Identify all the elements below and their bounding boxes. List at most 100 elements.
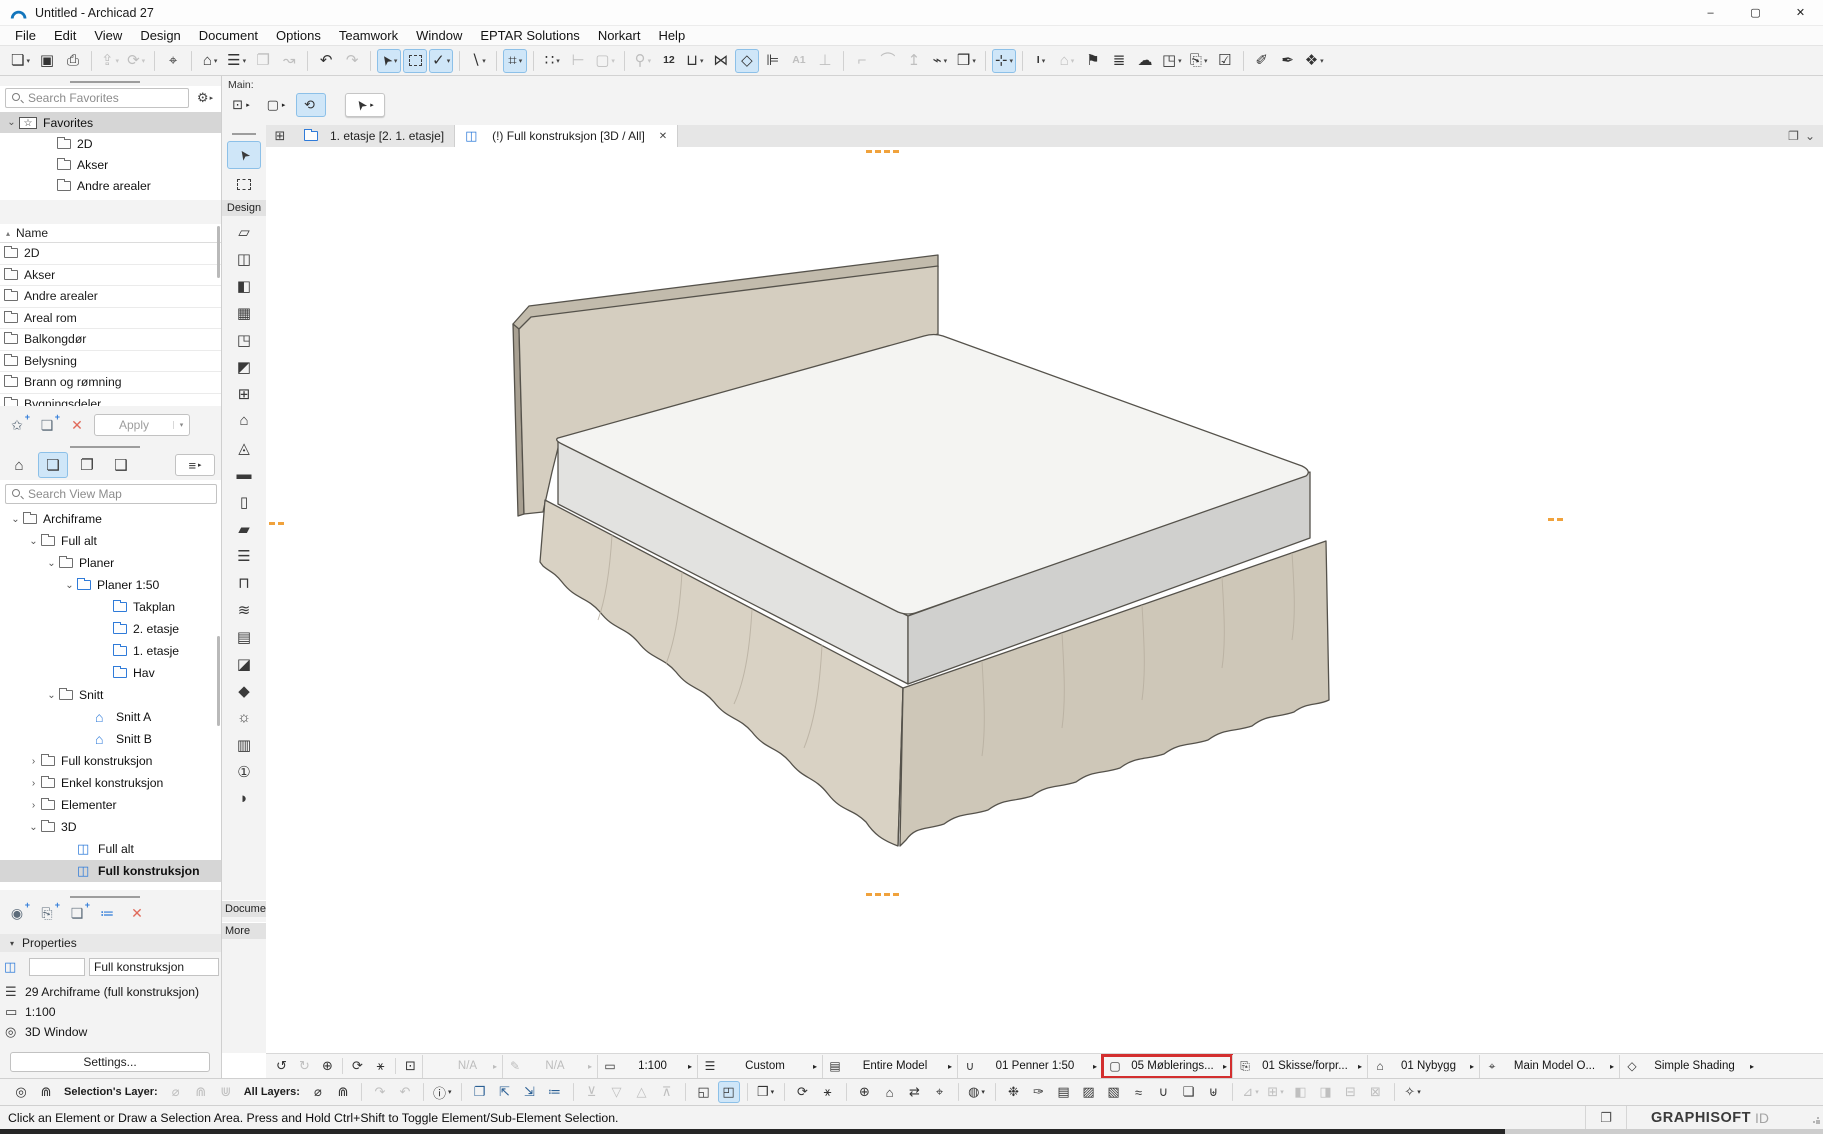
- structure-display[interactable]: ▤ Entire Model ▸: [822, 1055, 957, 1078]
- zoom-value[interactable]: N/A ▸: [422, 1055, 502, 1078]
- palette-grip[interactable]: [70, 81, 140, 83]
- toggle-layer-lock[interactable]: ⋒▾: [35, 1081, 57, 1103]
- marquee-tool[interactable]: ▾: [403, 49, 427, 73]
- apply-surface[interactable]: ✑▾: [1028, 1081, 1050, 1103]
- menu-item[interactable]: EPTAR Solutions: [471, 26, 588, 45]
- favorites-list-item[interactable]: Bygningsdeler: [0, 394, 221, 407]
- cutaway[interactable]: ❒▾: [755, 1081, 777, 1103]
- go-down-stories[interactable]: ⊻▾: [581, 1081, 603, 1103]
- toolbox-section-more[interactable]: More: [222, 922, 266, 939]
- mesh-tool[interactable]: ≋: [227, 598, 261, 621]
- clone-folder[interactable]: ⎘: [34, 902, 60, 924]
- scrollbar-thumb[interactable]: [217, 636, 220, 726]
- new-favorite-folder[interactable]: ❏: [34, 414, 60, 436]
- palette-grip[interactable]: [70, 446, 140, 448]
- expand-chevron-icon[interactable]: ⌄: [26, 822, 41, 833]
- view-rotation[interactable]: ✎ N/A ▸: [502, 1055, 597, 1078]
- capture-path[interactable]: ↝▾: [277, 49, 301, 73]
- tab-list-menu[interactable]: ⌄: [1805, 129, 1815, 143]
- window-copy-icon[interactable]: ❐: [1586, 1110, 1626, 1126]
- expand-chevron-icon[interactable]: ⌄: [4, 117, 19, 128]
- favorites-list-item[interactable]: Brann og rømning: [0, 372, 221, 394]
- tab-overview-menu[interactable]: ❐: [1788, 129, 1799, 143]
- flip-up[interactable]: ⊠▾: [1365, 1081, 1387, 1103]
- view-id-field[interactable]: [29, 958, 85, 976]
- shell2-tool[interactable]: ◗: [227, 787, 261, 810]
- view-map-item[interactable]: Takplan: [0, 596, 221, 618]
- arrow-tool[interactable]: ➤▾: [377, 49, 401, 73]
- tab-1-etasje[interactable]: 1. etasje [2. 1. etasje]: [294, 125, 455, 147]
- editing-plane[interactable]: ◇▾: [735, 49, 759, 73]
- design-check[interactable]: ☑▾: [1213, 49, 1237, 73]
- toolbox-section-document[interactable]: Docume: [222, 900, 266, 917]
- favorites-list-item[interactable]: Balkongdør: [0, 329, 221, 351]
- orbit[interactable]: ⟳▾: [792, 1081, 814, 1103]
- graphisoft-brand[interactable]: GRAPHISOFT: [1627, 1110, 1755, 1126]
- redo[interactable]: ↷▾: [340, 49, 364, 73]
- magic-wand[interactable]: ⌁▾: [928, 49, 952, 73]
- fit-in-window[interactable]: ⊡: [399, 1056, 422, 1076]
- option-chevron-icon[interactable]: ▸: [588, 1062, 592, 1071]
- option-chevron-icon[interactable]: ▸: [1223, 1062, 1227, 1071]
- view-map-item[interactable]: Hav: [0, 662, 221, 684]
- menu-item[interactable]: Teamwork: [330, 26, 407, 45]
- perspective[interactable]: ◰▾: [718, 1081, 740, 1103]
- view-map-item[interactable]: ⌄ Planer 1:50: [0, 574, 221, 596]
- hide-selection-layer[interactable]: ⌀▾: [165, 1081, 187, 1103]
- filter-elements-3d[interactable]: ❐▾: [469, 1081, 491, 1103]
- markup-flag[interactable]: ⚑▾: [1081, 49, 1105, 73]
- align-elements[interactable]: ⊫▾: [761, 49, 785, 73]
- undo[interactable]: ↶▾: [314, 49, 338, 73]
- fill-types[interactable]: ▨▾: [1078, 1081, 1100, 1103]
- favorites-list-item[interactable]: 2D: [0, 243, 221, 265]
- expand-chevron-icon[interactable]: ⌄: [8, 514, 23, 525]
- grid-settings[interactable]: ⊞▾: [1265, 1081, 1287, 1103]
- expand-chevron-icon[interactable]: ›: [26, 756, 41, 767]
- go-up-story[interactable]: △▾: [631, 1081, 653, 1103]
- menu-item[interactable]: Help: [649, 26, 694, 45]
- survey-point[interactable]: ⊥▾: [813, 49, 837, 73]
- expand-chevron-icon[interactable]: ⌄: [44, 690, 59, 701]
- menu-item[interactable]: Options: [267, 26, 330, 45]
- surface-painter[interactable]: ❉▾: [1003, 1081, 1025, 1103]
- graphic-override[interactable]: ⎘ 01 Skisse/forpr... ▸: [1232, 1055, 1367, 1078]
- mirror-right[interactable]: ◨▾: [1315, 1081, 1337, 1103]
- coordinate-tracker[interactable]: ⌗▾: [503, 49, 527, 73]
- bed-3d-model[interactable]: [266, 147, 1823, 1053]
- option-chevron-icon[interactable]: ▸: [1358, 1062, 1362, 1071]
- view-name-field[interactable]: Full konstruksjon: [89, 958, 219, 976]
- view-map-item[interactable]: ⌄ Planer: [0, 552, 221, 574]
- transfer-settings[interactable]: ❐▾: [251, 49, 275, 73]
- zone-tool[interactable]: ◪: [227, 652, 261, 675]
- favorites-item[interactable]: 2D: [0, 133, 221, 154]
- menu-item[interactable]: File: [6, 26, 45, 45]
- composites[interactable]: ▧▾: [1103, 1081, 1125, 1103]
- view-settings[interactable]: ≔: [94, 902, 120, 924]
- stair-tool[interactable]: ☰: [227, 544, 261, 567]
- favorites-palette[interactable]: ⌂▾: [198, 49, 222, 73]
- virtual-trace[interactable]: ⚲▾: [631, 49, 655, 73]
- elements-to-show[interactable]: ≔▾: [544, 1081, 566, 1103]
- new-file[interactable]: ❏▾: [8, 49, 33, 73]
- elevate[interactable]: ↥▾: [902, 49, 926, 73]
- design-options[interactable]: ⌖ Main Model O... ▸: [1479, 1055, 1619, 1078]
- view-map-item[interactable]: ⌄ Archiframe: [0, 508, 221, 530]
- confirm-tool[interactable]: ✓▾: [429, 49, 453, 73]
- search-view-map-input[interactable]: Search View Map: [5, 484, 217, 504]
- option-chevron-icon[interactable]: ▸: [1750, 1062, 1754, 1071]
- properties-header[interactable]: ▾ Properties: [0, 934, 221, 952]
- scale[interactable]: ▭ 1:100 ▸: [597, 1055, 697, 1078]
- favorites-list-item[interactable]: Akser: [0, 265, 221, 287]
- roof-options[interactable]: ⌂▾: [1055, 49, 1079, 73]
- hotlink-module[interactable]: ⎘▾: [1187, 49, 1211, 73]
- railing-tool[interactable]: ⊓: [227, 571, 261, 594]
- publish[interactable]: ⇪▾: [98, 49, 122, 73]
- option-chevron-icon[interactable]: ▸: [1093, 1062, 1097, 1071]
- mirror-left[interactable]: ◧▾: [1290, 1081, 1312, 1103]
- menu-item[interactable]: Edit: [45, 26, 85, 45]
- skylight-tool[interactable]: ◩: [227, 355, 261, 378]
- add-favorite[interactable]: ✩: [4, 414, 30, 436]
- tab-overview-button[interactable]: ⊞: [266, 125, 294, 147]
- group-elements[interactable]: ❒▾: [954, 49, 979, 73]
- parameter-transfer[interactable]: ❖▾: [1302, 49, 1327, 73]
